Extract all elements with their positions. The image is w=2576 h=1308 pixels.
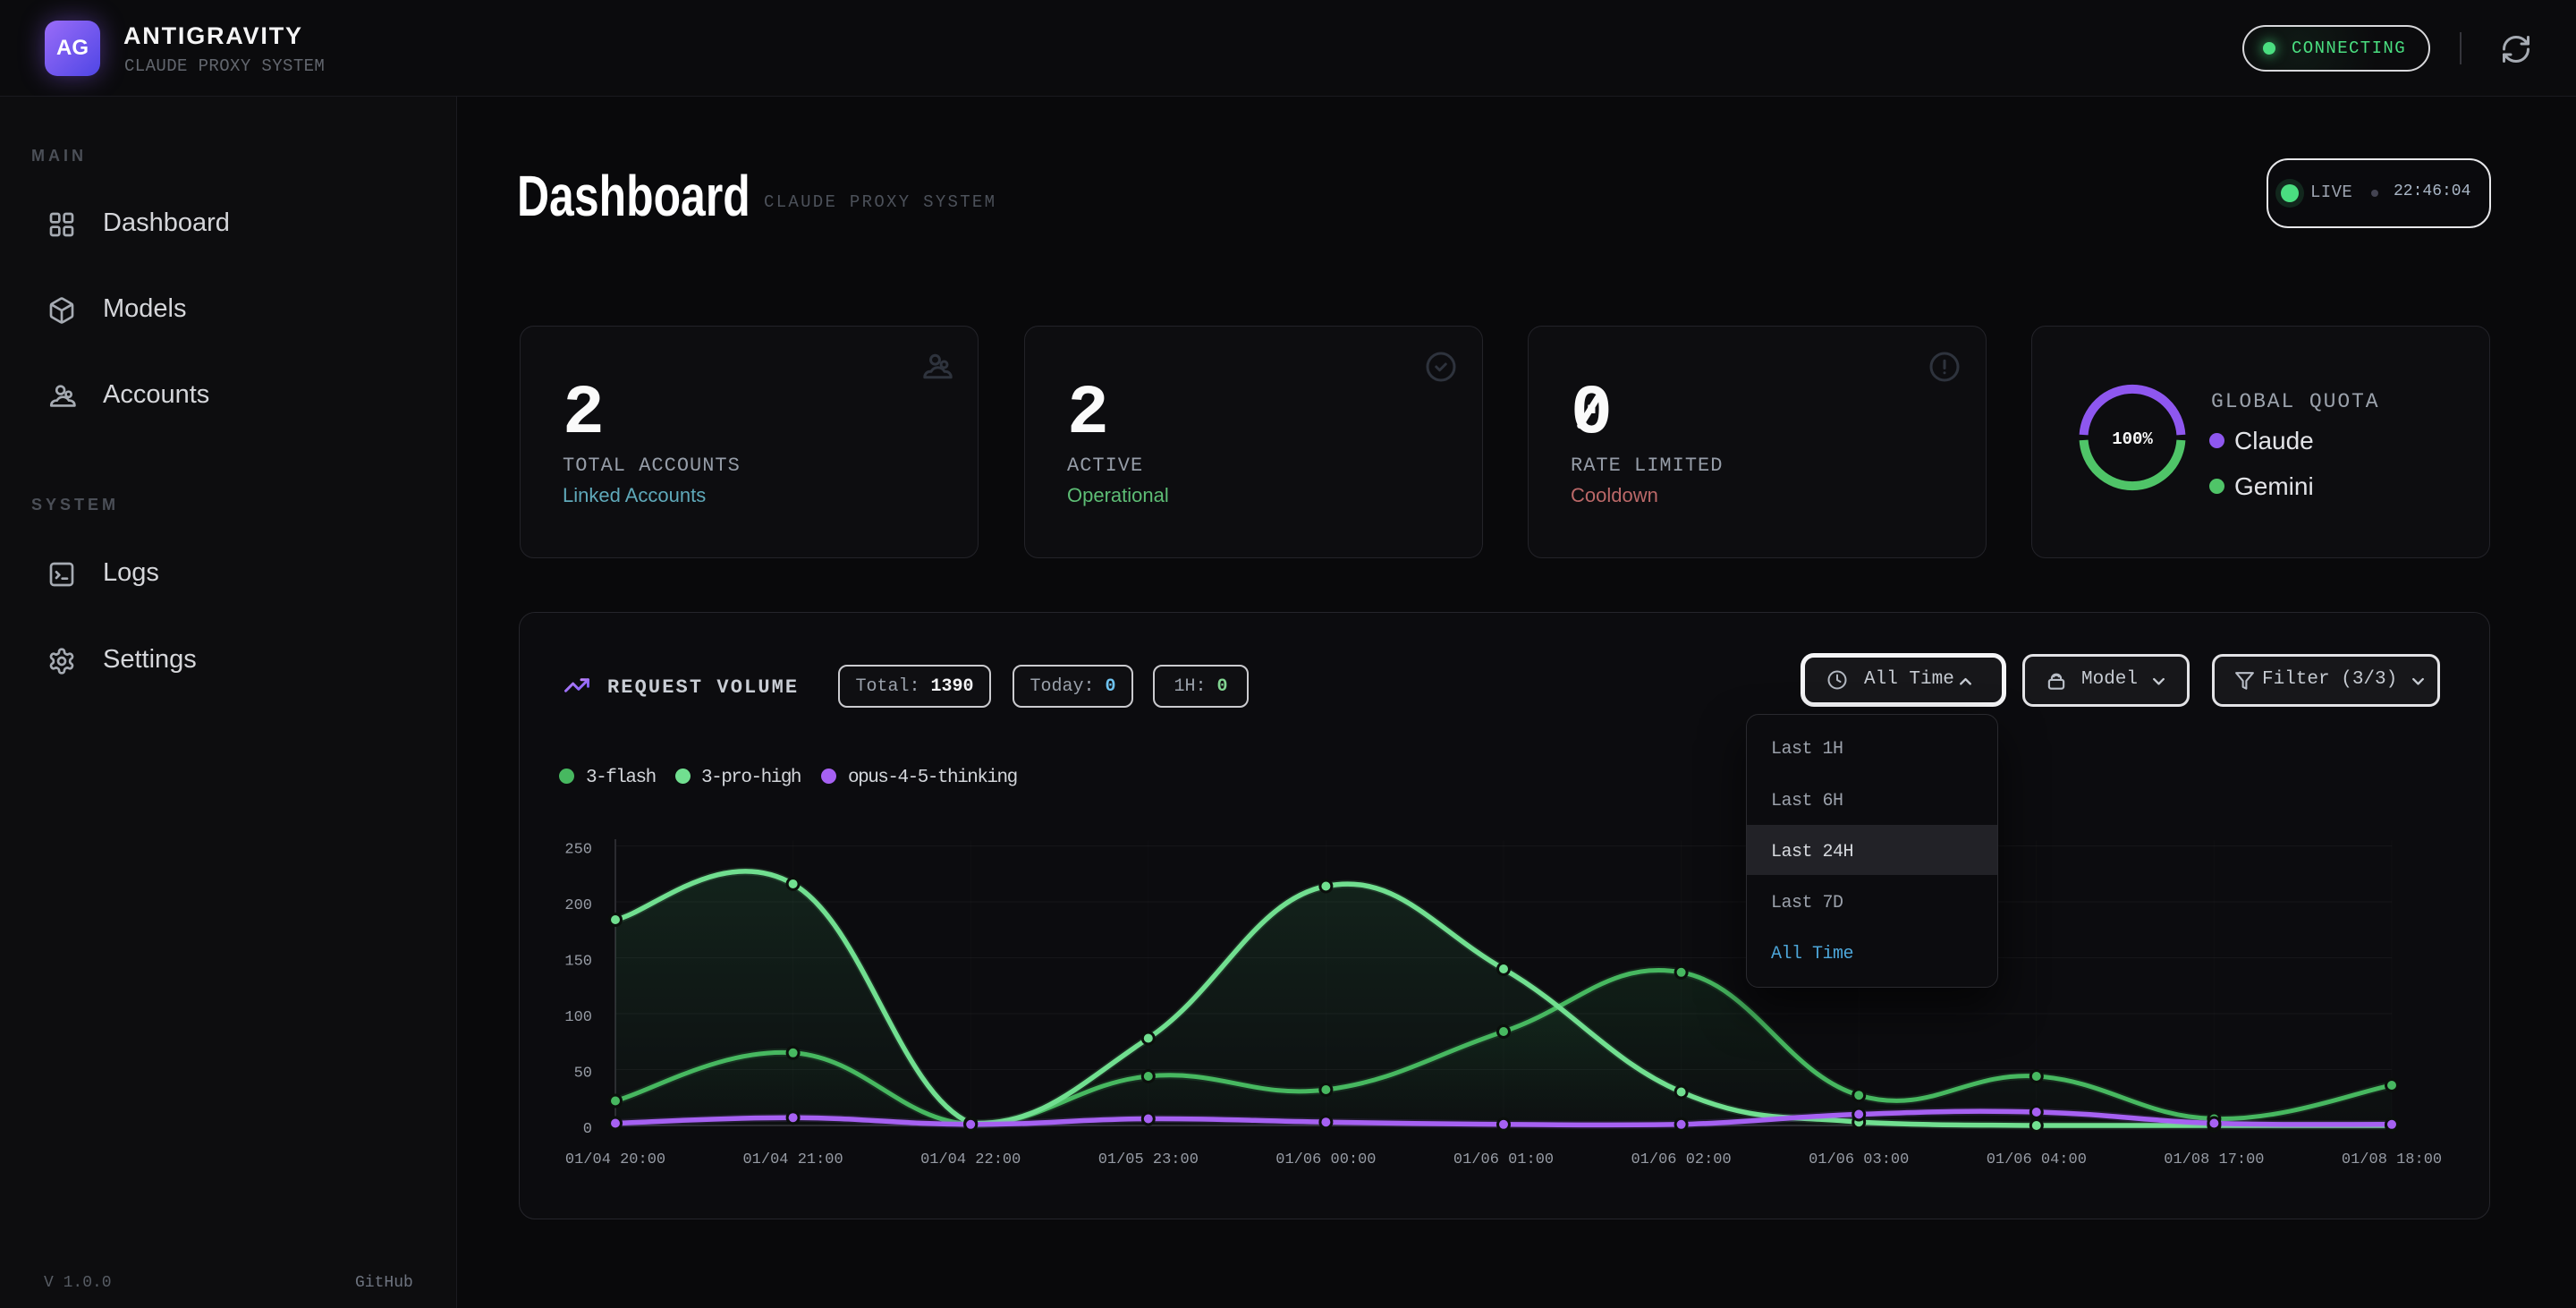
svg-text:01/04 21:00: 01/04 21:00 — [742, 1151, 843, 1168]
svg-text:01/06 04:00: 01/06 04:00 — [1987, 1151, 2087, 1168]
svg-text:01/08 17:00: 01/08 17:00 — [2164, 1151, 2264, 1168]
svg-text:01/08 18:00: 01/08 18:00 — [2342, 1151, 2442, 1168]
svg-text:01/06 03:00: 01/06 03:00 — [1809, 1151, 1909, 1168]
svg-text:01/06 00:00: 01/06 00:00 — [1275, 1151, 1376, 1168]
svg-text:01/04 22:00: 01/04 22:00 — [920, 1151, 1021, 1168]
svg-text:250: 250 — [564, 842, 592, 859]
svg-text:200: 200 — [564, 897, 592, 914]
svg-text:100%: 100% — [2112, 429, 2153, 449]
svg-text:150: 150 — [564, 954, 592, 971]
svg-text:0: 0 — [583, 1121, 592, 1138]
svg-text:01/06 02:00: 01/06 02:00 — [1631, 1151, 1731, 1168]
svg-text:50: 50 — [574, 1066, 592, 1083]
svg-text:100: 100 — [564, 1009, 592, 1026]
svg-text:01/06 01:00: 01/06 01:00 — [1453, 1151, 1554, 1168]
svg-text:01/04 20:00: 01/04 20:00 — [565, 1151, 665, 1168]
svg-text:01/05 23:00: 01/05 23:00 — [1098, 1151, 1199, 1168]
